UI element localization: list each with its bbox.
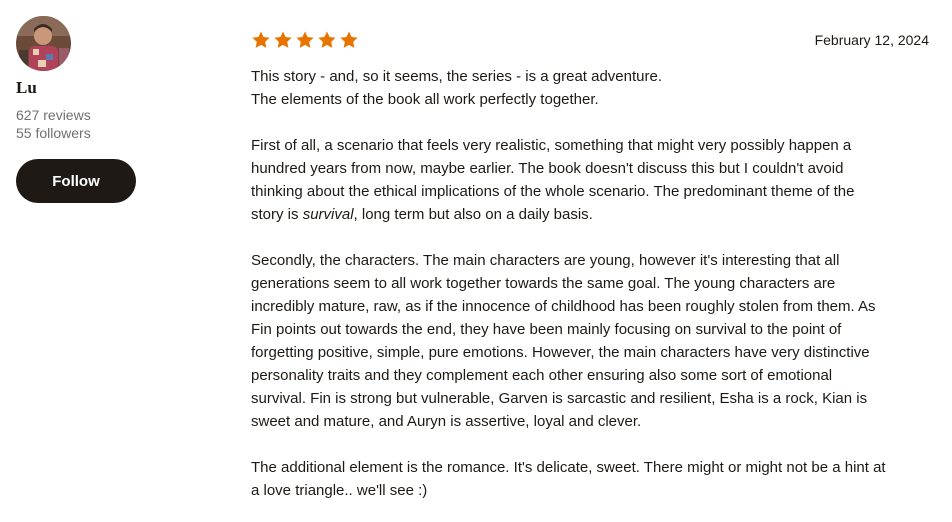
review-line: Secondly, the characters. The main chara…: [251, 252, 840, 269]
review-count: 627 reviews: [16, 107, 91, 123]
review-line: survival. Fin is strong but vulnerable, …: [251, 390, 868, 407]
review-text: This story - and, so it seems, the serie…: [251, 65, 931, 502]
review-line: The additional element is the romance. I…: [251, 459, 886, 476]
review-line: The elements of the book all work perfec…: [251, 91, 599, 108]
reviewer-name[interactable]: Lu: [16, 78, 216, 98]
review-text-segment: , long term but also on a daily basis.: [353, 206, 593, 223]
review-line: story is survival, long term but also on…: [251, 203, 931, 226]
review-line: sweet and mature, and Auryn is assertive…: [251, 413, 642, 430]
follow-button[interactable]: Follow: [16, 159, 136, 203]
review-line: generations seem to all work together to…: [251, 275, 836, 292]
star-icon: [252, 31, 270, 48]
review-line: forgetting positive, simple, pure emotio…: [251, 344, 870, 361]
reviewer-profile: Lu 627 reviews 55 followers Follow: [16, 16, 216, 203]
star-icon: [296, 31, 314, 48]
star-rating: [251, 30, 359, 50]
review-line: hundred years from now, maybe earlier. T…: [251, 160, 844, 177]
star-icon: [274, 31, 292, 48]
review-line: First of all, a scenario that feels very…: [251, 137, 852, 154]
avatar[interactable]: [16, 16, 71, 71]
review-paragraph: The additional element is the romance. I…: [251, 456, 931, 502]
review-line: thinking about the ethical implications …: [251, 183, 855, 200]
review: February 12, 2024 This story - and, so i…: [251, 28, 931, 502]
review-paragraph: This story - and, so it seems, the serie…: [251, 65, 931, 111]
review-paragraph: Secondly, the characters. The main chara…: [251, 249, 931, 433]
review-line: This story - and, so it seems, the serie…: [251, 68, 663, 85]
review-line: Fin points out towards the end, they hav…: [251, 321, 842, 338]
follower-count: 55 followers: [16, 125, 91, 141]
review-text-segment: story is: [251, 206, 303, 223]
review-line: a love triangle.. we'll see :): [251, 482, 428, 499]
review-paragraph: First of all, a scenario that feels very…: [251, 134, 931, 226]
review-header: February 12, 2024: [251, 28, 931, 52]
star-icon: [318, 31, 336, 48]
review-date[interactable]: February 12, 2024: [815, 32, 931, 48]
review-line: incredibly mature, raw, as if the innoce…: [251, 298, 876, 315]
avatar-image: [16, 16, 71, 71]
star-icon: [340, 31, 358, 48]
emphasized-word: survival: [302, 206, 354, 223]
review-line: personality traits and they complement e…: [251, 367, 833, 384]
